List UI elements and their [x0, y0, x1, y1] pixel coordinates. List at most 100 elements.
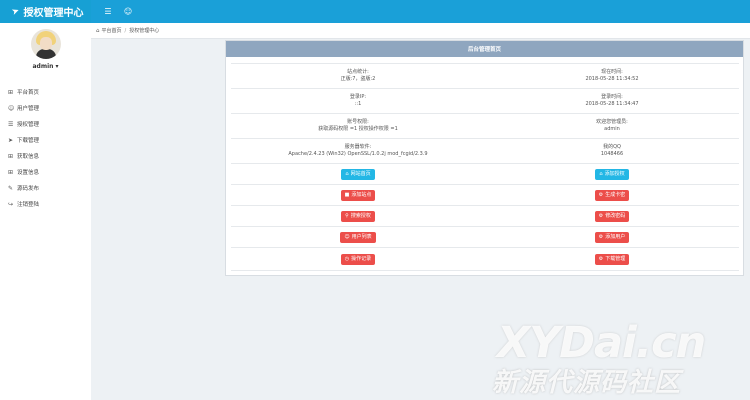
button-label: 操作记录 [351, 255, 372, 262]
permissions-cell: 账号权限: 获取源码权限 =1 授权操作权限 =1 [231, 114, 485, 138]
sidebar-item-auth[interactable]: ☰ 授权管理 [8, 118, 39, 130]
cell-label: 欢迎您管理员: [596, 119, 628, 125]
button-label: 用户列表 [351, 233, 372, 240]
admin-home-panel: 后台管理首页 站点统计: 正版:7，盗版:2 现在时间: 2018-05-28 … [225, 40, 744, 276]
button-cell: ⌂ 网站首页 [231, 164, 485, 184]
home-icon: ⌂ [345, 170, 349, 177]
avatar[interactable] [31, 29, 61, 59]
sidebar-item-label: 注销登陆 [17, 202, 40, 208]
download-manage-button[interactable]: ⚙ 下载管理 [594, 253, 630, 265]
watermark-logo: XYDai.cn [497, 318, 706, 368]
table-row: 服务器软件: Apache/2.4.23 (Win32) OpenSSL/1.0… [231, 138, 739, 163]
gear-icon: ⚙ [598, 233, 604, 240]
welcome-admin-cell: 欢迎您管理员: admin [485, 114, 739, 138]
add-site-button[interactable]: ■ 添加站点 [340, 189, 376, 201]
button-row: ◷ 操作记录 ⚙ 下载管理 [231, 247, 739, 271]
cell-label: 我的QQ [603, 144, 621, 150]
sidebar-item-settings[interactable]: ⊞ 设置信息 [8, 166, 39, 178]
breadcrumb-home[interactable]: 平台首页 [102, 27, 122, 34]
brand-title: 授权管理中心 [23, 8, 84, 19]
panel-title: 后台管理首页 [226, 41, 743, 57]
button-row: ☺ 用户列表 ⚙ 添加用户 [231, 226, 739, 247]
chevron-down-icon: ▾ [55, 63, 59, 70]
operation-log-button[interactable]: ◷ 操作记录 [340, 253, 376, 265]
grid-icon: ⊞ [8, 152, 14, 160]
sidebar-item-fetch-info[interactable]: ⊞ 获取信息 [8, 150, 39, 162]
gear-icon: ⚙ [598, 191, 604, 198]
button-label: 添加站点 [351, 191, 372, 198]
cell-value: 1048466 [600, 151, 624, 157]
sidebar-item-label: 设置信息 [17, 170, 40, 176]
grid-icon: ⊞ [8, 88, 14, 96]
watermark-text: 新源代源码社区 [492, 368, 682, 398]
home-icon: ⌂ [96, 27, 100, 34]
gear-icon: ⚙ [598, 255, 604, 262]
button-cell: ⚲ 搜索授权 [231, 206, 485, 226]
login-ip-cell: 登录IP: ::1 [231, 89, 485, 113]
logout-icon: ↪ [8, 200, 14, 208]
button-label: 修改密码 [605, 212, 626, 219]
sidebar-item-label: 获取信息 [17, 154, 40, 160]
site-stats-cell: 站点统计: 正版:7，盗版:2 [231, 64, 485, 88]
cell-value: admin [604, 126, 620, 132]
button-row: ⚲ 搜索授权 ⚙ 修改密码 [231, 205, 739, 226]
home-icon: ⌂ [599, 170, 603, 177]
user-menu[interactable]: admin ▾ [0, 63, 91, 70]
change-password-button[interactable]: ⚙ 修改密码 [594, 210, 630, 222]
search-license-button[interactable]: ⚲ 搜索授权 [341, 210, 375, 222]
user-icon[interactable]: ☺ [119, 0, 137, 23]
breadcrumb: ⌂ 平台首页 / 授权管理中心 [91, 23, 750, 39]
breadcrumb-separator: / [124, 27, 127, 34]
table-row: 站点统计: 正版:7，盗版:2 现在时间: 2018-05-28 11:34:5… [231, 63, 739, 88]
generate-card-button[interactable]: ⚙ 生成卡密 [594, 189, 630, 201]
cell-value: 2018-05-28 11:34:52 [585, 76, 639, 82]
sidebar-item-publish[interactable]: ✎ 源码发布 [8, 182, 39, 194]
sidebar-item-home[interactable]: ⊞ 平台首页 [8, 86, 39, 98]
sidebar: admin ▾ ⊞ 平台首页 ☺ 用户管理 ☰ 授权管理 ➤ 下载管理 ⊞ 获取… [0, 23, 91, 400]
clock-icon: ◷ [344, 255, 350, 262]
button-cell: ⚙ 修改密码 [485, 206, 739, 226]
user-name: admin [32, 63, 54, 70]
user-icon: ☺ [344, 233, 350, 240]
brand[interactable]: ➤ 授权管理中心 [0, 0, 91, 23]
sidebar-item-downloads[interactable]: ➤ 下载管理 [8, 134, 39, 146]
add-license-button[interactable]: ⌂ 添加授权 [595, 168, 629, 180]
cell-label: 账号权限: [347, 119, 369, 125]
grid-icon: ⊞ [8, 168, 14, 176]
cell-label: 登录IP: [349, 94, 367, 100]
cell-label: 现在时间: [601, 69, 623, 75]
breadcrumb-current: 授权管理中心 [129, 28, 160, 34]
rocket-icon: ➤ [10, 5, 22, 18]
add-user-button[interactable]: ⚙ 添加用户 [594, 231, 630, 243]
cell-value: 获取源码权限 =1 授权操作权限 =1 [318, 126, 398, 132]
login-time-cell: 登录时间: 2018-05-28 11:34:47 [485, 89, 739, 113]
folder-icon: ■ [344, 191, 350, 198]
button-label: 添加授权 [604, 170, 625, 177]
user-list-button[interactable]: ☺ 用户列表 [340, 231, 376, 243]
sidebar-item-users[interactable]: ☺ 用户管理 [8, 102, 39, 114]
layers-icon: ☰ [8, 120, 14, 128]
cell-value: 正版:7，盗版:2 [340, 76, 376, 82]
button-cell: ⚙ 下载管理 [485, 248, 739, 270]
qq-cell: 我的QQ 1048466 [485, 139, 739, 163]
button-label: 添加用户 [605, 233, 626, 240]
current-time-cell: 现在时间: 2018-05-28 11:34:52 [485, 64, 739, 88]
button-row: ■ 添加站点 ⚙ 生成卡密 [231, 184, 739, 205]
menu-icon[interactable]: ☰ [99, 0, 117, 23]
sidebar-item-label: 用户管理 [17, 106, 40, 112]
button-cell: ■ 添加站点 [231, 185, 485, 205]
button-label: 网站首页 [350, 170, 371, 177]
button-cell: ⚙ 添加用户 [485, 227, 739, 247]
sidebar-item-logout[interactable]: ↪ 注销登陆 [8, 198, 39, 210]
server-software-cell: 服务器软件: Apache/2.4.23 (Win32) OpenSSL/1.0… [231, 139, 485, 163]
cell-value: Apache/2.4.23 (Win32) OpenSSL/1.0.2j mod… [288, 151, 428, 157]
site-home-button[interactable]: ⌂ 网站首页 [341, 168, 375, 180]
cell-label: 登录时间: [601, 94, 623, 100]
button-cell: ⌂ 添加授权 [485, 164, 739, 184]
edit-icon: ✎ [8, 184, 14, 192]
cell-label: 服务器软件: [344, 144, 372, 150]
user-icon: ☺ [8, 104, 15, 112]
button-cell: ☺ 用户列表 [231, 227, 485, 247]
sidebar-item-label: 平台首页 [17, 90, 40, 96]
cell-value: ::1 [354, 101, 362, 107]
